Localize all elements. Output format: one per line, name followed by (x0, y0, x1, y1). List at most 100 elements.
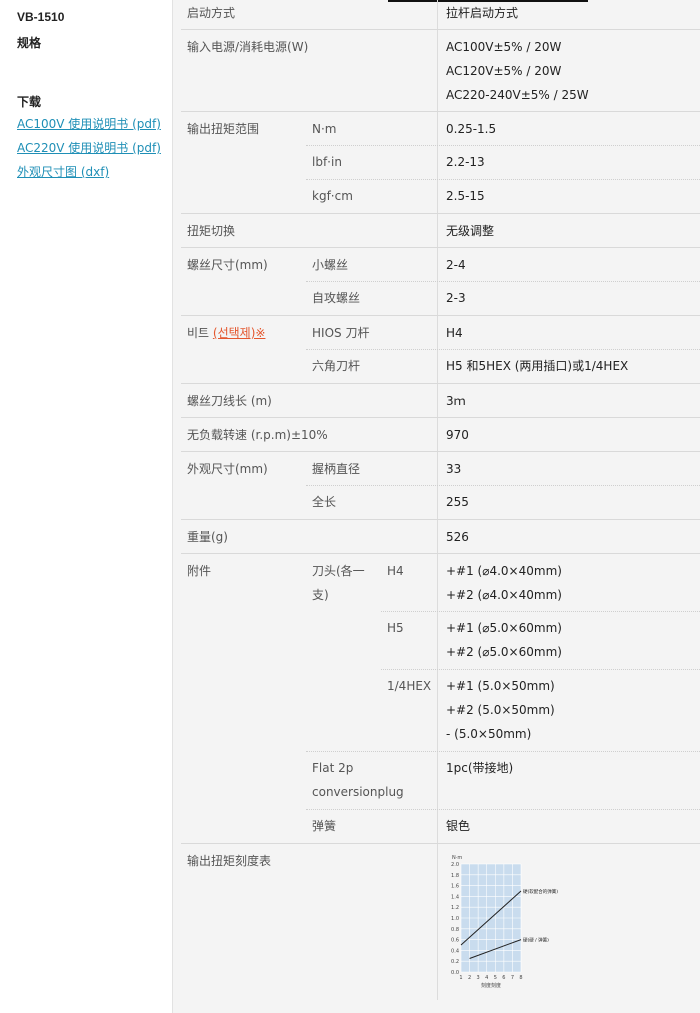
value-dims-grip: 33 (446, 462, 462, 476)
chart-x-tick-label: 2 (468, 975, 471, 981)
link-dimension-drawing[interactable]: 外观尺寸图 (dxf) (17, 164, 161, 188)
chart-y-tick-label: 0.6 (451, 938, 459, 944)
label-dimensions: 外观尺寸(mm) (187, 462, 268, 476)
value-screw-small: 2-4 (446, 258, 466, 272)
row-divider (181, 417, 700, 418)
chart-y-axis-label: N·m (452, 855, 462, 861)
label-start-method: 启动方式 (187, 6, 236, 20)
chart-x-tick-label: 1 (459, 975, 462, 981)
download-heading: 下载 (17, 95, 42, 109)
value-spring: 银色 (446, 819, 471, 833)
spec-heading: 规格 (17, 36, 42, 50)
chart-y-tick-label: 1.8 (451, 873, 459, 879)
chart-y-tick-label: 1.2 (451, 905, 459, 911)
chart-series-label: 硬(软配合的弹簧) (523, 888, 558, 895)
torque-value-kgfcm: 2.5-15 (446, 189, 485, 203)
torque-unit-nm: N·m (312, 122, 337, 136)
screw-small: 小螺丝 (312, 258, 349, 272)
torque-scale-chart: 0.0 0.2 0.4 0.6 0.8 1.0 1.2 1.4 1.6 1.8 2.0 1 2 3 4 5 6 7… (451, 855, 558, 989)
sub-row-divider (306, 145, 700, 146)
chart-x-tick-label: 4 (485, 975, 488, 981)
chart-x-tick-label: 5 (494, 975, 497, 981)
label-weight: 重量(g) (187, 530, 228, 544)
row-divider (181, 843, 700, 844)
bit-hex-line: - (5.0×50mm) (446, 727, 532, 741)
chart-series-label: 硬(硬 / 弹簧) (523, 937, 549, 944)
plug-label-line1: Flat 2p (312, 761, 354, 775)
value-power-ac120: AC120V±5% / 20W (446, 64, 562, 78)
sub-row-divider (306, 751, 700, 752)
chart-y-tick-label: 1.6 (451, 884, 459, 890)
bit-hios: HIOS 刀杆 (312, 326, 370, 340)
bit-h5-line: +#1 (⌀5.0×60mm) (446, 621, 562, 635)
chart-y-tick-label: 0.8 (451, 927, 459, 933)
chart-x-tick-label: 3 (477, 975, 480, 981)
label-torque-chart: 输出扭矩刻度表 (187, 854, 272, 868)
link-ac100v-manual[interactable]: AC100V 使用说明书 (pdf) (17, 116, 161, 140)
value-bit-hex: H5 和5HEX (两用插口)或1/4HEX (446, 359, 629, 373)
bit-h5-line: +#2 (⌀5.0×60mm) (446, 645, 562, 659)
value-start-method: 拉杆启动方式 (446, 6, 519, 20)
sub-row-divider (306, 809, 700, 810)
row-divider (181, 519, 700, 520)
value-weight: 526 (446, 530, 469, 544)
plug-label-line2: conversionplug (312, 785, 404, 799)
sub-row-divider (381, 611, 700, 612)
chart-x-axis-label: 刻度刻度 (481, 982, 501, 989)
optional-link[interactable]: (선택제)※ (213, 326, 266, 340)
row-divider (181, 553, 700, 554)
label-bit: 비트 (선택제)※ (187, 321, 265, 345)
row-divider (181, 383, 700, 384)
torque-unit-kgfcm: kgf·cm (312, 189, 353, 203)
sub-row-divider (306, 349, 700, 350)
row-divider (181, 111, 700, 112)
value-screw-tapping: 2-3 (446, 291, 466, 305)
chart-x-tick-label: 7 (511, 975, 514, 981)
torque-value-nm: 0.25-1.5 (446, 122, 497, 136)
bit-type-h5: H5 (387, 621, 404, 635)
chart-y-tick-label: 0.0 (451, 970, 459, 976)
accessory-bits-label-line2: 支) (312, 588, 329, 602)
label-screw-size: 螺丝尺寸(mm) (187, 258, 268, 272)
sub-row-divider (306, 485, 700, 486)
bit-hex-line: +#1 (5.0×50mm) (446, 679, 555, 693)
value-power-ac100: AC100V±5% / 20W (446, 40, 562, 54)
row-divider (181, 29, 700, 30)
label-no-load-speed: 无负载转速 (r.p.m)±10% (187, 428, 328, 442)
chart-y-tick-label: 0.2 (451, 959, 459, 965)
sub-row-divider (306, 281, 700, 282)
value-power-ac220: AC220-240V±5% / 25W (446, 88, 589, 102)
chart-y-tick-label: 1.4 (451, 894, 459, 900)
dims-length: 全长 (312, 495, 337, 509)
label-power: 输入电源/消耗电源(W) (187, 40, 309, 54)
bit-type-hex: 1/4HEX (387, 679, 432, 693)
value-cord-length: 3ｍ (446, 394, 466, 408)
chart-y-tick-label: 0.4 (451, 948, 459, 954)
label-torque-switch: 扭矩切换 (187, 224, 236, 238)
bit-label-text: 비트 (187, 326, 213, 340)
torque-value-lbfin: 2.2-13 (446, 155, 485, 169)
sub-row-divider (306, 179, 700, 180)
chart-x-tick-label: 8 (519, 975, 522, 981)
accessory-bits-label-line1: 刀头(各一 (312, 564, 365, 578)
link-ac220v-manual[interactable]: AC220V 使用说明书 (pdf) (17, 140, 161, 164)
sidebar: VB-1510 规格 下载 AC100V 使用说明书 (pdf) AC220V … (0, 0, 172, 1013)
row-divider (181, 247, 700, 248)
bit-hex: 六角刀杆 (312, 359, 361, 373)
value-bit-hios: H4 (446, 326, 463, 340)
product-model: VB-1510 (17, 10, 65, 24)
label-cord-length: 螺丝刀线长 (m) (187, 394, 272, 408)
value-no-load-speed: 970 (446, 428, 469, 442)
download-links: AC100V 使用说明书 (pdf) AC220V 使用说明书 (pdf) 外观… (17, 116, 161, 188)
sub-row-divider (381, 669, 700, 670)
bit-type-h4: H4 (387, 564, 404, 578)
screw-tapping: 自攻螺丝 (312, 291, 361, 305)
value-plug: 1pc(带接地) (446, 761, 514, 775)
bit-hex-line: +#2 (5.0×50mm) (446, 703, 555, 717)
dims-grip: 握柄直径 (312, 462, 361, 476)
row-divider (181, 315, 700, 316)
spring-label: 弹簧 (312, 819, 337, 833)
column-divider (437, 0, 438, 1000)
row-divider (181, 451, 700, 452)
value-dims-length: 255 (446, 495, 469, 509)
